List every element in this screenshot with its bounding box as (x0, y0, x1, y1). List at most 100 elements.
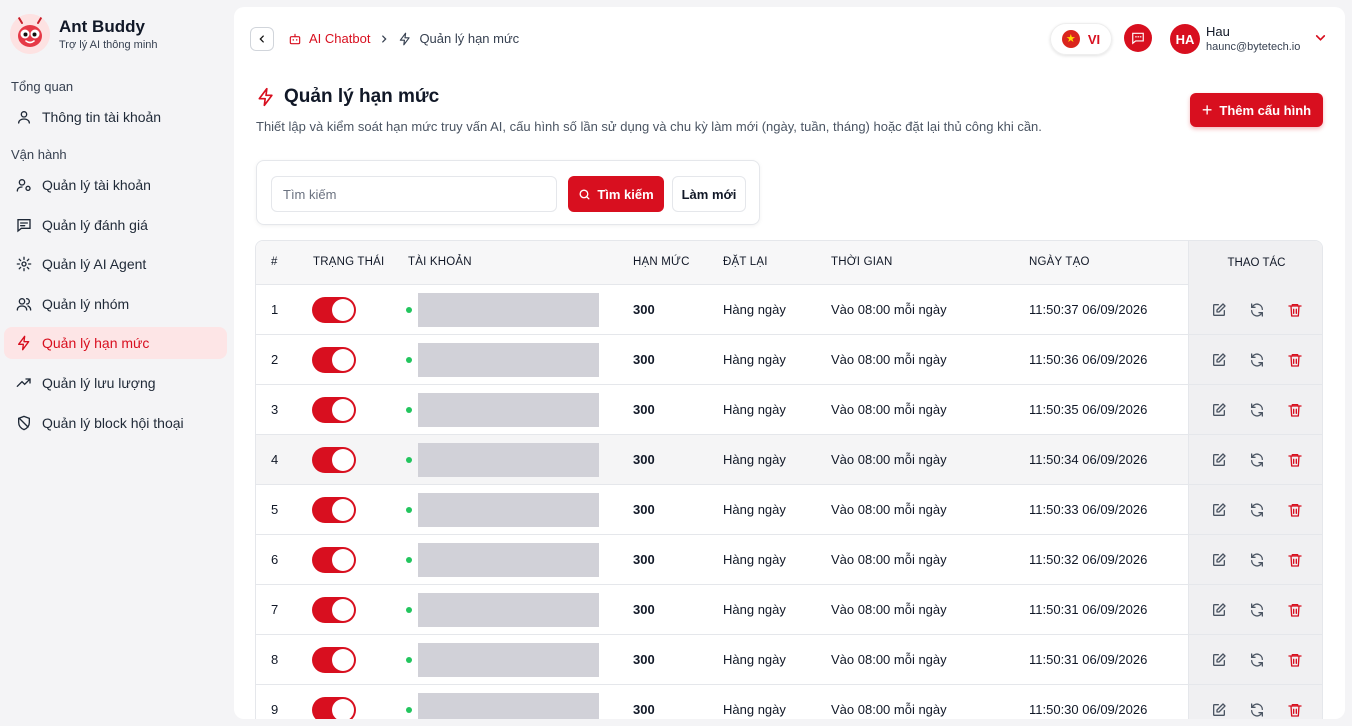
users-icon (15, 295, 33, 313)
language-code: VI (1087, 31, 1101, 47)
status-toggle[interactable] (312, 496, 356, 523)
sidebar-item-account-info[interactable]: Thông tin tài khoản (4, 101, 227, 133)
sidebar-item-ai-agent[interactable]: Quản lý AI Agent (4, 248, 227, 280)
status-toggle[interactable] (312, 446, 356, 473)
table-row: 9 300 Hàng ngày Vào 08:00 mỗi ngày 11:50… (256, 685, 1322, 719)
edit-icon[interactable] (1210, 401, 1228, 419)
reset-icon[interactable] (1248, 301, 1266, 319)
sidebar-item-quota-management[interactable]: Quản lý hạn mức (4, 327, 227, 359)
zap-icon (256, 87, 276, 107)
status-toggle[interactable] (312, 396, 356, 423)
edit-icon[interactable] (1210, 301, 1228, 319)
trash-icon[interactable] (1286, 351, 1304, 369)
edit-icon[interactable] (1210, 601, 1228, 619)
sidebar-item-traffic-management[interactable]: Quản lý lưu lượng (4, 367, 227, 399)
row-time: Vào 08:00 mỗi ngày (831, 452, 947, 467)
bot-icon (288, 32, 302, 46)
trash-icon[interactable] (1286, 501, 1304, 519)
account-redacted (418, 292, 599, 327)
account-cell (406, 535, 599, 584)
status-toggle[interactable] (312, 346, 356, 373)
language-switcher[interactable]: ★ VI (1050, 23, 1112, 55)
avatar[interactable]: HA (1170, 24, 1200, 54)
trash-icon[interactable] (1286, 551, 1304, 569)
row-reset: Hàng ngày (723, 702, 786, 717)
search-button[interactable]: Tìm kiếm (568, 176, 664, 212)
reset-icon[interactable] (1248, 551, 1266, 569)
row-index: 9 (271, 702, 279, 717)
reset-icon[interactable] (1248, 651, 1266, 669)
account-cell (406, 385, 599, 434)
row-actions (1188, 485, 1322, 534)
edit-icon[interactable] (1210, 551, 1228, 569)
reset-icon[interactable] (1248, 701, 1266, 719)
table-row: 7 300 Hàng ngày Vào 08:00 mỗi ngày 11:50… (256, 585, 1322, 635)
column-header-actions: THAO TÁC (1188, 241, 1322, 285)
trash-icon[interactable] (1286, 451, 1304, 469)
status-toggle[interactable] (312, 596, 356, 623)
sidebar-item-label: Quản lý nhóm (42, 296, 130, 312)
edit-icon[interactable] (1210, 501, 1228, 519)
chevron-down-icon[interactable] (1314, 31, 1327, 49)
back-button[interactable] (250, 27, 274, 51)
row-time: Vào 08:00 mỗi ngày (831, 602, 947, 617)
search-icon (579, 188, 590, 200)
table-header: # TRẠNG THÁI TÀI KHOẢN HẠN MỨC ĐẶT LẠI T… (256, 241, 1322, 285)
online-status-dot (406, 606, 412, 613)
message-icon (1132, 32, 1144, 45)
status-toggle[interactable] (312, 696, 356, 719)
section-operations: Vận hành (11, 147, 67, 162)
reset-icon[interactable] (1248, 401, 1266, 419)
reset-icon[interactable] (1248, 601, 1266, 619)
online-status-dot (406, 506, 412, 513)
chat-button[interactable] (1124, 24, 1152, 52)
edit-icon[interactable] (1210, 701, 1228, 719)
search-button-label: Tìm kiếm (597, 186, 654, 202)
sidebar-item-group-management[interactable]: Quản lý nhóm (4, 288, 227, 320)
reset-icon[interactable] (1248, 451, 1266, 469)
status-toggle-cell (312, 585, 356, 634)
row-actions (1188, 385, 1322, 434)
breadcrumb-parent-link[interactable]: AI Chatbot (309, 31, 370, 46)
refresh-button[interactable]: Làm mới (672, 176, 746, 212)
status-toggle-cell (312, 435, 356, 484)
sidebar-item-account-management[interactable]: Quản lý tài khoản (4, 169, 227, 201)
brand[interactable]: Ant Buddy Trợ lý AI thông minh (10, 14, 158, 54)
column-header-status: TRẠNG THÁI (313, 256, 385, 268)
trash-icon[interactable] (1286, 601, 1304, 619)
reset-icon[interactable] (1248, 501, 1266, 519)
table-row: 8 300 Hàng ngày Vào 08:00 mỗi ngày 11:50… (256, 635, 1322, 685)
edit-icon[interactable] (1210, 451, 1228, 469)
status-toggle-cell (312, 685, 356, 719)
trash-icon[interactable] (1286, 651, 1304, 669)
reset-icon[interactable] (1248, 351, 1266, 369)
sidebar-item-label: Thông tin tài khoản (42, 109, 162, 125)
account-cell (406, 435, 599, 484)
trash-icon[interactable] (1286, 701, 1304, 719)
main-panel: AI Chatbot Quản lý hạn mức ★ VI HA Hau h… (234, 7, 1345, 719)
sidebar-item-review-management[interactable]: Quản lý đánh giá (4, 209, 227, 241)
row-reset: Hàng ngày (723, 452, 786, 467)
row-index: 6 (271, 552, 279, 567)
search-input[interactable] (271, 176, 557, 212)
column-header-account: TÀI KHOẢN (408, 256, 472, 268)
online-status-dot (406, 556, 412, 563)
sidebar-item-label: Quản lý lưu lượng (42, 375, 156, 391)
row-index: 5 (271, 502, 279, 517)
edit-icon[interactable] (1210, 651, 1228, 669)
status-toggle[interactable] (312, 546, 356, 573)
trash-icon[interactable] (1286, 301, 1304, 319)
ant-logo-icon (10, 14, 50, 54)
status-toggle-cell (312, 535, 356, 584)
account-cell (406, 685, 599, 719)
add-config-button[interactable]: + Thêm cấu hình (1190, 93, 1323, 127)
table-row: 5 300 Hàng ngày Vào 08:00 mỗi ngày 11:50… (256, 485, 1322, 535)
status-toggle[interactable] (312, 296, 356, 323)
status-toggle-cell (312, 285, 356, 334)
trash-icon[interactable] (1286, 401, 1304, 419)
edit-icon[interactable] (1210, 351, 1228, 369)
account-cell (406, 635, 599, 684)
row-time: Vào 08:00 mỗi ngày (831, 302, 947, 317)
sidebar-item-conversation-block[interactable]: Quản lý block hội thoại (4, 407, 227, 439)
status-toggle[interactable] (312, 646, 356, 673)
